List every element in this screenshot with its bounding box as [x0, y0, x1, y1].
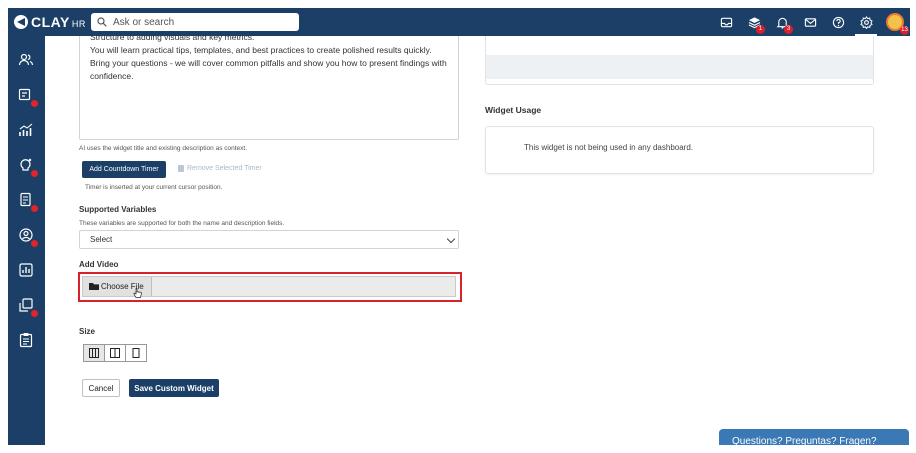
- full-width-icon: [89, 348, 99, 358]
- sidebar-item-profile[interactable]: [18, 227, 38, 247]
- layers-badge: 1: [756, 25, 765, 34]
- half-width-icon: [110, 348, 120, 358]
- sidebar-item-clipboard[interactable]: [18, 332, 36, 350]
- clipboard-icon: [19, 333, 33, 348]
- trash-icon: [178, 165, 184, 172]
- preview-cut-text: commitment: [498, 36, 536, 38]
- analytics-icon: [19, 123, 33, 136]
- size-half-button[interactable]: [104, 344, 126, 362]
- messages-button[interactable]: [796, 8, 824, 36]
- sidebar-item-documents[interactable]: [18, 192, 38, 212]
- help-icon: [832, 16, 844, 28]
- inbox-button[interactable]: [712, 8, 740, 36]
- main-content: Structure to adding visuals and key metr…: [45, 36, 910, 445]
- search-placeholder: Ask or search: [113, 16, 175, 28]
- sidebar-item-reports[interactable]: [18, 262, 36, 280]
- sidebar-item-time-off[interactable]: [18, 87, 38, 107]
- cancel-button[interactable]: Cancel: [82, 379, 120, 397]
- help-chat-tab[interactable]: Questions? Preguntas? Fragen?: [719, 429, 909, 445]
- mail-icon: [804, 17, 816, 27]
- notification-dot: [31, 170, 38, 177]
- select-value: Select: [90, 235, 113, 244]
- chevron-down-icon: [446, 234, 456, 244]
- top-icons: 1 3 13: [712, 8, 910, 36]
- sidebar-item-ideas[interactable]: [18, 157, 38, 177]
- timer-note: Timer is inserted at your current cursor…: [85, 184, 223, 191]
- add-video-label: Add Video: [79, 260, 119, 269]
- description-line: confidence.: [90, 71, 134, 81]
- notifications-badge: 3: [784, 25, 793, 34]
- supported-variables-label: Supported Variables: [79, 205, 157, 214]
- app-frame: CLAY HR Ask or search 1 3 13 Structure t…: [8, 8, 910, 445]
- user-avatar-button[interactable]: 13: [880, 8, 910, 36]
- logo-mark-icon: [14, 15, 28, 29]
- search-input[interactable]: Ask or search: [91, 13, 299, 31]
- help-button[interactable]: [824, 8, 852, 36]
- notifications-button[interactable]: 3: [768, 8, 796, 36]
- remove-selected-timer-button[interactable]: Remove Selected Timer: [178, 165, 262, 172]
- sidebar: [8, 36, 45, 445]
- small-width-icon: [132, 348, 140, 358]
- add-countdown-timer-button[interactable]: Add Countdown Timer: [82, 161, 166, 178]
- reports-icon: [19, 263, 33, 277]
- widget-usage-title: Widget Usage: [485, 105, 542, 115]
- clayhr-logo[interactable]: CLAY HR: [14, 13, 86, 31]
- settings-button[interactable]: [852, 8, 880, 36]
- search-icon: [97, 17, 107, 27]
- notification-dot: [31, 310, 38, 317]
- people-icon: [18, 53, 34, 66]
- preview-card: commitment: [485, 36, 874, 85]
- notification-dot: [31, 240, 38, 247]
- logo-text: CLAY: [31, 14, 70, 30]
- size-label: Size: [79, 327, 96, 336]
- sidebar-item-surveys[interactable]: [18, 297, 38, 317]
- ai-context-note: AI uses the widget title and existing de…: [79, 145, 248, 152]
- layers-button[interactable]: 1: [740, 8, 768, 36]
- description-line: You will learn practical tips, templates…: [90, 45, 432, 55]
- widget-usage-text: This widget is not being used in any das…: [524, 143, 693, 152]
- description-line: Structure to adding visuals and key metr…: [90, 36, 255, 42]
- remove-timer-label: Remove Selected Timer: [187, 165, 262, 172]
- settings-icon: [859, 15, 873, 29]
- size-small-button[interactable]: [125, 344, 147, 362]
- logo-suffix: HR: [71, 18, 86, 29]
- description-editor[interactable]: Structure to adding visuals and key metr…: [79, 36, 459, 140]
- supported-variables-note: These variables are supported for both t…: [79, 220, 285, 227]
- preview-gray-band: [486, 55, 873, 79]
- description-line: Bring your questions - we will cover com…: [90, 58, 447, 68]
- notification-dot: [31, 205, 38, 212]
- avatar-badge: 13: [900, 26, 909, 35]
- size-selector: [83, 344, 147, 362]
- size-full-button[interactable]: [83, 344, 105, 362]
- widget-usage-card: This widget is not being used in any das…: [485, 126, 874, 174]
- supported-variables-select[interactable]: Select: [79, 230, 459, 249]
- sidebar-item-analytics[interactable]: [18, 122, 36, 140]
- save-custom-widget-button[interactable]: Save Custom Widget: [129, 379, 219, 397]
- notification-dot: [31, 100, 38, 107]
- sidebar-item-people[interactable]: [18, 52, 36, 70]
- inbox-icon: [720, 17, 732, 27]
- top-bar: CLAY HR Ask or search 1 3 13: [8, 8, 910, 36]
- folder-icon: [89, 283, 99, 290]
- hand-cursor-icon: [133, 288, 142, 298]
